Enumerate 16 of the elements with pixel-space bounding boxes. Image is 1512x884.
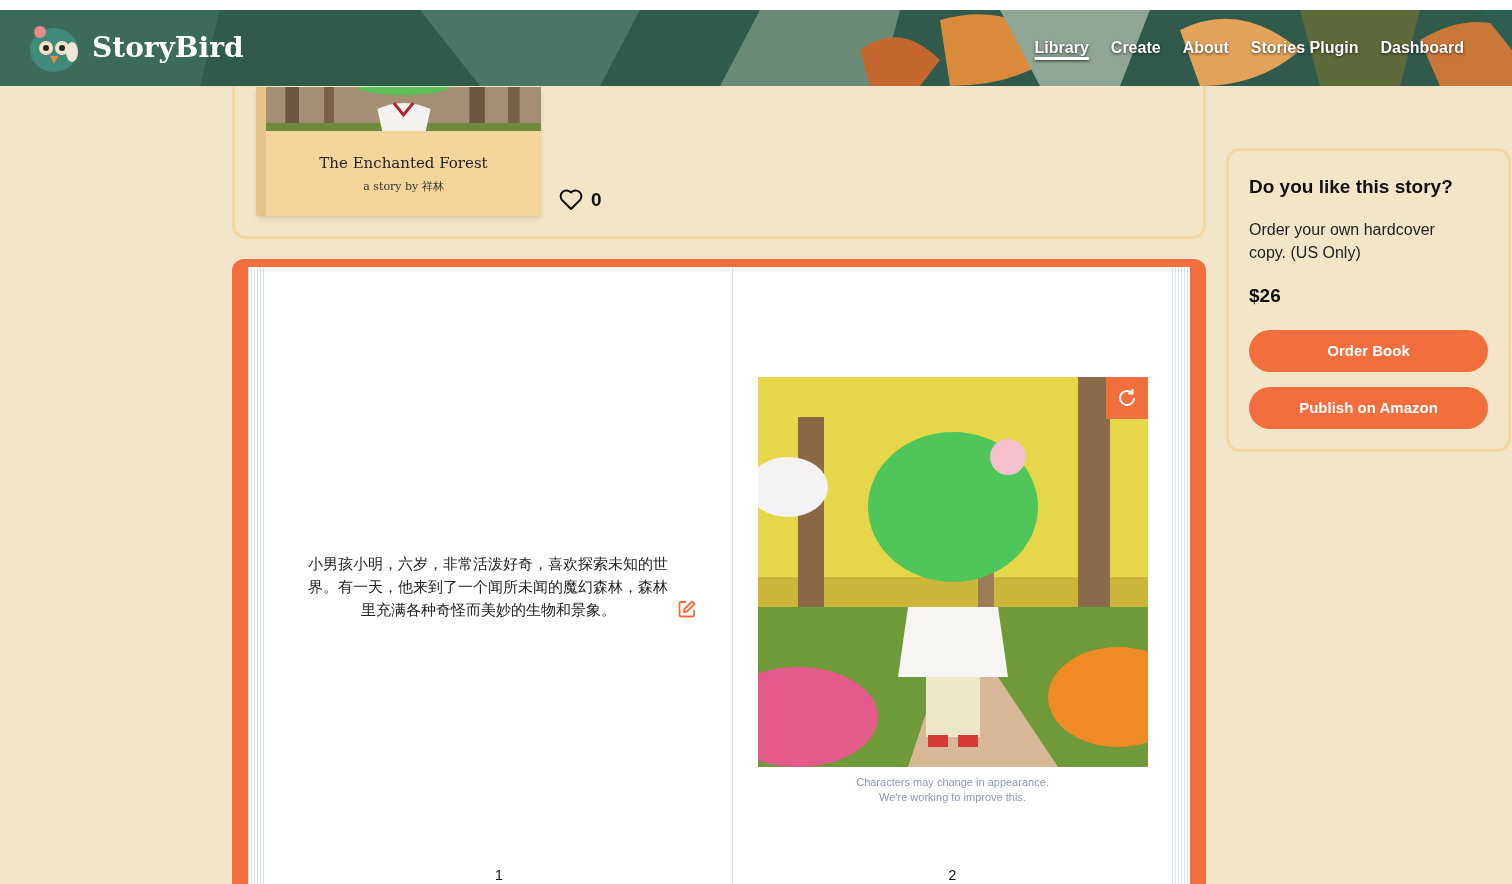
- story-title: The Enchanted Forest: [319, 153, 488, 174]
- page-text: 小男孩小明，六岁，非常活泼好奇，喜欢探索未知的世界。有一天，他来到了一个闻所未闻的魔幻森林，森林里充满各种奇怪而美妙的生物和景象。: [307, 553, 669, 620]
- regenerate-button[interactable]: [1105, 377, 1148, 419]
- like-count: 0: [591, 187, 602, 212]
- story-byline: a story by 祥林: [363, 178, 444, 195]
- order-button[interactable]: Publish on Amazon: [1249, 387, 1488, 429]
- edit-icon[interactable]: [678, 599, 696, 618]
- image-caption: Characters may change in appearance. We're working to improve this.: [856, 775, 1049, 805]
- page-number: 2: [948, 866, 957, 884]
- page-number: 1: [495, 866, 503, 884]
- price: $26: [1249, 283, 1282, 308]
- order-button[interactable]: Order Book: [1249, 330, 1488, 372]
- order-title: Do you like this story?: [1249, 175, 1454, 199]
- order-description: Order your own hardcover copy. (US Only): [1249, 219, 1436, 263]
- heart-icon[interactable]: [559, 188, 583, 211]
- book-cover[interactable]: The Enchanted Forest a story by 祥林: [256, 87, 541, 216]
